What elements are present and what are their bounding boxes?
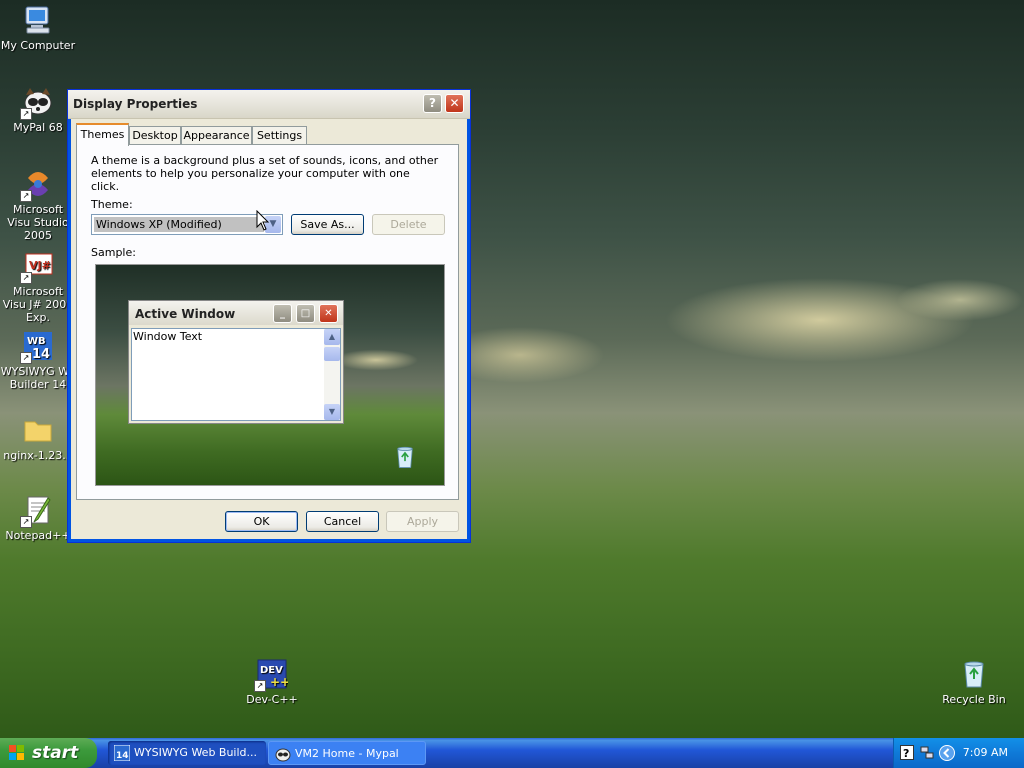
help-button[interactable]: ? [423,94,442,113]
svg-text:WB: WB [27,336,46,347]
svg-text:14: 14 [116,751,129,761]
desktop-icon-visual-studio[interactable]: ↗ Microsoft Visu Studio 2005 [0,168,76,242]
shortcut-arrow-icon: ↗ [20,108,32,120]
taskbar-item-label: WYSIWYG Web Build... [134,746,258,759]
start-button[interactable]: start [0,738,97,768]
jsharp-icon: VJ# ↗ [20,250,54,284]
desktop-icon-wysiwyg[interactable]: WB 14 ↗ WYSIWYG We Builder 14 [0,330,76,391]
dialog-titlebar[interactable]: Display Properties ? ✕ [68,90,470,119]
desktop-icon-label: Microsoft Visu Studio 2005 [7,203,69,242]
desktop-icon-label: MyPal 68 [13,121,63,134]
close-button[interactable]: ✕ [445,94,464,113]
scroll-thumb [324,347,340,361]
help-icon: ? [429,96,436,110]
recycle-bin-icon [958,658,990,690]
theme-sample-preview: Active Window _ □ ✕ Window Text ▲ ▼ [95,264,445,486]
sample-window-title: Active Window [135,307,236,321]
sample-label: Sample: [91,246,136,259]
desktop-icon-my-computer[interactable]: My Computer [0,4,76,52]
desktop-icon-mypal[interactable]: ↗ MyPal 68 [0,86,76,134]
mypal-icon: ↗ [20,86,54,120]
desktop-icon-nginx-folder[interactable]: nginx-1.23... [0,414,76,462]
tab-themes[interactable]: Themes [76,123,129,146]
theme-label: Theme: [91,198,133,211]
tab-appearance[interactable]: Appearance [181,126,252,145]
help-center-icon[interactable]: ? [900,745,914,760]
taskbar: start 14 WYSIWYG Web Build... VM2 Home -… [0,738,1024,768]
minimize-icon: _ [273,304,292,323]
scroll-down-icon: ▼ [324,404,340,420]
devcpp-icon: DEV ++ ↗ [254,658,290,692]
maximize-icon: □ [296,304,315,323]
desktop-icon-label: Microsoft Visu J# 2005 Exp. [2,285,74,324]
taskbar-item-mypal[interactable]: VM2 Home - Mypal [268,741,426,765]
cancel-button[interactable]: Cancel [306,511,379,532]
desktop-icon-label: WYSIWYG We Builder 14 [0,365,76,391]
start-label: start [32,743,79,763]
svg-text:++: ++ [270,675,288,689]
mouse-cursor-icon [256,209,270,232]
folder-icon [22,414,54,446]
taskbar-item-label: VM2 Home - Mypal [295,747,399,760]
desktop-icon-recycle-bin[interactable]: Recycle Bin [936,658,1012,706]
wysiwyg-icon: 14 [113,744,131,762]
close-icon: ✕ [319,304,338,323]
sample-window-body: Window Text ▲ ▼ [131,328,341,421]
desktop-icon-label: Notepad++ [5,529,71,542]
shortcut-arrow-icon: ↗ [20,352,32,364]
system-tray: ? 7:09 AM [893,738,1024,768]
desktop-icon-devcpp[interactable]: DEV ++ ↗ Dev-C++ [234,658,310,706]
theme-description: A theme is a background plus a set of so… [91,154,439,193]
ok-button[interactable]: OK [225,511,298,532]
chevron-left-icon[interactable] [938,745,956,761]
desktop-icon-jsharp[interactable]: VJ# ↗ Microsoft Visu J# 2005 Exp. [0,250,76,324]
wysiwyg-icon: WB 14 ↗ [20,330,54,364]
theme-dropdown[interactable]: Windows XP (Modified) ▼ [91,214,283,235]
save-as-button[interactable]: Save As... [291,214,364,235]
mypal-icon [275,746,291,762]
sample-active-window: Active Window _ □ ✕ Window Text ▲ ▼ [128,300,344,424]
theme-dropdown-value: Windows XP (Modified) [94,217,264,232]
desktop-icon-label: nginx-1.23... [3,449,73,462]
close-icon: ✕ [449,96,460,110]
taskbar-item-wysiwyg[interactable]: 14 WYSIWYG Web Build... [108,741,266,765]
clock[interactable]: 7:09 AM [963,746,1008,759]
desktop-icon-label: Dev-C++ [246,693,298,706]
svg-text:VJ#: VJ# [29,259,51,272]
windows-flag-icon [9,745,25,761]
delete-button[interactable]: Delete [372,214,445,235]
sample-window-titlebar: Active Window _ □ ✕ [129,301,343,325]
scroll-up-icon: ▲ [324,329,340,345]
apply-button[interactable]: Apply [386,511,459,532]
shortcut-arrow-icon: ↗ [20,272,32,284]
dialog-title: Display Properties [73,97,198,111]
sample-window-text: Window Text [133,330,203,343]
svg-text:14: 14 [32,347,50,362]
tab-settings[interactable]: Settings [252,126,307,145]
svg-text:?: ? [903,747,909,760]
desktop-icon-notepadpp[interactable]: ↗ Notepad++ [0,494,76,542]
shortcut-arrow-icon: ↗ [20,190,32,202]
sample-scrollbar: ▲ ▼ [324,329,340,420]
computer-icon [22,4,54,36]
shortcut-arrow-icon: ↗ [254,680,266,692]
visual-studio-icon: ↗ [20,168,54,202]
desktop-icon-label: Recycle Bin [942,693,1006,706]
notepad-icon: ↗ [20,494,54,528]
recycle-bin-icon [392,443,418,471]
desktop-icon-label: My Computer [0,39,76,52]
shortcut-arrow-icon: ↗ [20,516,32,528]
tab-desktop[interactable]: Desktop [129,126,181,145]
network-icon[interactable] [920,745,934,760]
themes-panel: A theme is a background plus a set of so… [76,144,459,500]
display-properties-dialog: Display Properties ? ✕ Themes Desktop Ap… [67,89,471,543]
